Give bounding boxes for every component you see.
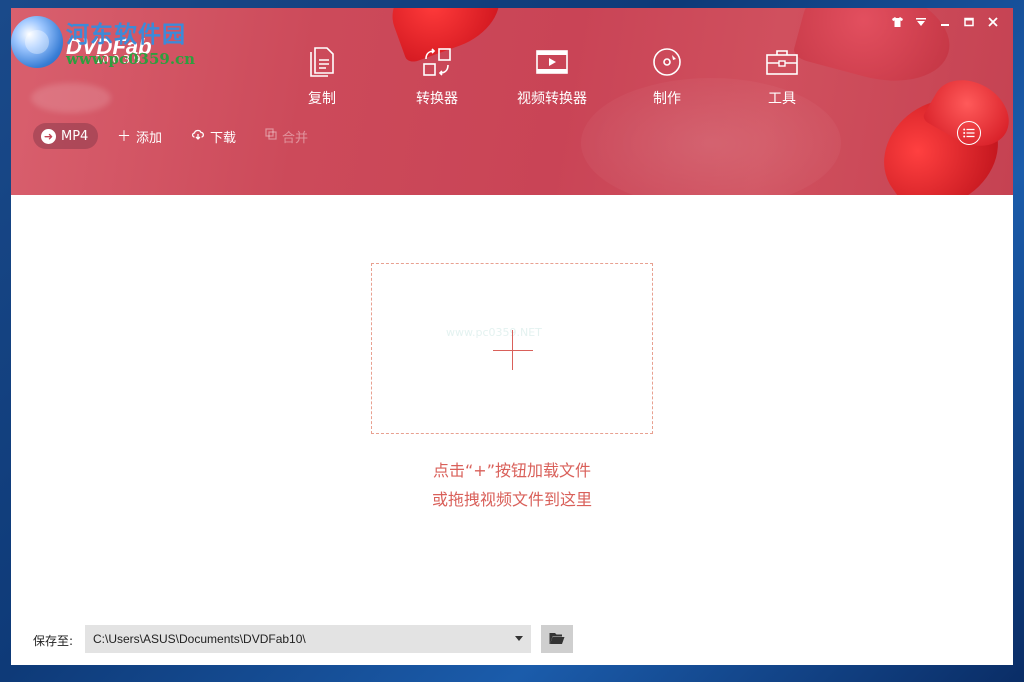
arrow-right-icon: ➜	[41, 128, 56, 144]
window-controls	[885, 12, 1005, 32]
file-drop-zone[interactable]: www.pc0359.NET	[371, 263, 653, 434]
merge-button[interactable]: 合并	[265, 123, 308, 149]
output-path-value: C:\Users\ASUS\Documents\DVDFab10\	[93, 632, 306, 646]
browse-folder-button[interactable]	[541, 625, 573, 653]
nav-label: 视频转换器	[517, 91, 587, 107]
plus-icon: ＋	[117, 129, 131, 145]
disc-creator-icon	[650, 45, 684, 79]
nav-label: 复制	[308, 91, 336, 107]
toolbox-icon	[765, 45, 799, 79]
converter-icon	[420, 45, 454, 79]
maximize-icon[interactable]	[957, 12, 981, 32]
merge-label: 合并	[282, 130, 309, 146]
nav-label: 制作	[653, 91, 681, 107]
watermark-logo-icon	[11, 16, 63, 68]
app-window: DVDFab 河东软件园 10.0.3.9 www.pc0359.cn 复制 转…	[11, 8, 1013, 665]
download-button[interactable]: 下载	[191, 123, 236, 149]
merge-icon	[265, 128, 277, 144]
tshirt-icon[interactable]	[885, 12, 909, 32]
download-label: 下载	[210, 130, 237, 146]
nav-converter[interactable]: 转换器	[392, 45, 482, 108]
save-to-label: 保存至:	[33, 634, 74, 648]
watermark-url: www.pc0359.cn	[66, 50, 196, 68]
video-converter-icon	[535, 45, 569, 79]
dropdown-icon[interactable]	[909, 12, 933, 32]
chevron-down-icon[interactable]	[515, 636, 523, 641]
nav-video-converter[interactable]: 视频转换器	[507, 45, 597, 108]
blur-decor	[31, 83, 111, 113]
plus-icon[interactable]	[493, 350, 533, 351]
watermark-ghost-text: www.pc0359.NET	[446, 326, 542, 339]
add-button[interactable]: ＋ 添加	[117, 123, 162, 149]
add-label: 添加	[136, 130, 163, 146]
drop-hint-line2: 或拖拽视频文件到这里	[431, 490, 592, 509]
list-menu-icon[interactable]	[957, 121, 981, 145]
output-path-select[interactable]: C:\Users\ASUS\Documents\DVDFab10\	[85, 625, 531, 653]
header-banner: DVDFab 河东软件园 10.0.3.9 www.pc0359.cn 复制 转…	[11, 8, 1013, 195]
copy-icon	[305, 45, 339, 79]
watermark-text: 河东软件园	[66, 21, 186, 48]
close-icon[interactable]	[981, 12, 1005, 32]
profile-label: MP4	[61, 128, 89, 144]
nav-creator[interactable]: 制作	[622, 45, 712, 108]
nav-label: 工具	[768, 91, 796, 107]
drop-hint-line1: 点击“+”按钮加载文件	[433, 461, 591, 480]
plus-icon-vertical[interactable]	[512, 330, 513, 370]
profile-button[interactable]: ➜ MP4	[33, 123, 99, 149]
minimize-icon[interactable]	[933, 12, 957, 32]
nav-label: 转换器	[416, 91, 458, 107]
nav-tools[interactable]: 工具	[737, 45, 827, 108]
app-logo: DVDFab 河东软件园 10.0.3.9 www.pc0359.cn	[11, 10, 241, 72]
folder-open-icon	[549, 630, 565, 649]
toolbar: ➜ MP4 ＋ 添加 下载 合并	[11, 123, 1013, 149]
nav-copy[interactable]: 复制	[277, 45, 367, 108]
cloud-download-icon	[191, 128, 205, 144]
